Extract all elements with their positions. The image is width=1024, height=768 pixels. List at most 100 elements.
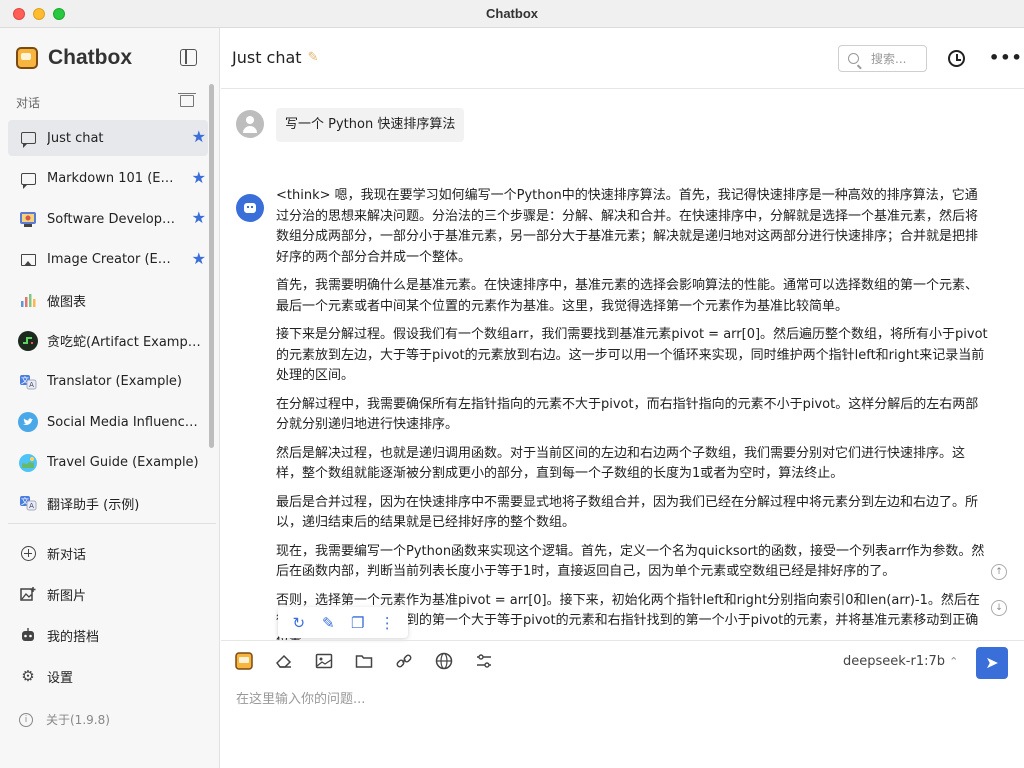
conversation-label: 贪吃蛇(Artifact Example) — [47, 335, 202, 351]
clear-conversations-icon[interactable] — [178, 93, 196, 107]
sidebar-menu: 新对话 新图片 我的搭档 ⚙ 设置 — [8, 535, 208, 699]
twitter-avatar-icon — [18, 412, 38, 433]
conversation-label: 翻译助手 (示例) — [47, 497, 140, 513]
star-icon[interactable]: ★ — [192, 129, 206, 145]
model-name: deepseek-r1:7b — [843, 654, 946, 669]
model-selector[interactable]: deepseek-r1:7b ⌃ — [843, 654, 958, 669]
conversation-label: Travel Guide (Example) — [47, 455, 199, 471]
conversation-item-chart[interactable]: 做图表 — [8, 282, 208, 318]
more-vertical-icon[interactable]: ⋮ — [376, 614, 398, 632]
message-toolbar: ↻ ✎ ❐ ⋮ — [278, 607, 408, 638]
conversation-item-snake[interactable]: 贪吃蛇(Artifact Example) — [8, 323, 208, 359]
settings-button[interactable]: ⚙ 设置 — [8, 658, 208, 694]
conversation-label: Markdown 101 (Example) — [47, 171, 175, 187]
eraser-icon[interactable] — [274, 651, 294, 671]
history-icon[interactable] — [948, 50, 965, 67]
assistant-paragraph: 然后是解决过程，也就是递归调用函数。对于当前区间的左边和右边两个子数组，我们需要… — [276, 445, 966, 482]
star-icon[interactable]: ★ — [192, 210, 206, 226]
chat-bubble-icon — [18, 169, 38, 189]
conversation-item-travel-guide[interactable]: Travel Guide (Example) — [8, 445, 208, 481]
conversation-item-social-media[interactable]: Social Media Influencer (Example) — [8, 404, 208, 440]
conversation-item-image-creator[interactable]: Image Creator (Example) ★ — [8, 242, 208, 278]
search-icon — [848, 53, 859, 64]
translator-avatar-icon: 文A — [18, 493, 38, 513]
brand-name: Chatbox — [48, 46, 132, 69]
add-image-icon — [19, 585, 37, 603]
new-chat-button[interactable]: 新对话 — [8, 535, 208, 571]
section-label: 对话 — [16, 96, 41, 110]
send-button[interactable]: ➤ — [976, 647, 1008, 679]
collapse-sidebar-icon[interactable] — [180, 49, 197, 66]
conversation-label: Translator (Example) — [47, 374, 183, 390]
chat-title-text: Just chat — [232, 48, 302, 67]
regenerate-icon[interactable]: ↻ — [288, 614, 310, 632]
message-input[interactable]: 在这里输入你的问题... — [236, 688, 365, 707]
search-placeholder: 搜索... — [871, 52, 907, 66]
conversation-item-translator[interactable]: 文A Translator (Example) — [8, 364, 208, 400]
image-icon[interactable] — [314, 651, 334, 671]
svg-text:A: A — [29, 381, 34, 389]
translator-avatar-icon: 文A — [18, 372, 38, 392]
copy-icon[interactable]: ❐ — [347, 614, 369, 632]
assistant-paragraph: 现在，我需要编写一个Python函数来实现这个逻辑。首先，定义一个名为quick… — [276, 543, 985, 580]
svg-text:A: A — [29, 502, 34, 510]
my-copilots-button[interactable]: 我的搭档 — [8, 617, 208, 653]
chat-title[interactable]: Just chat ✎ — [232, 48, 318, 67]
folder-icon[interactable] — [354, 651, 374, 671]
about-link[interactable]: i 关于(1.9.8) — [19, 711, 110, 728]
send-icon: ➤ — [985, 653, 999, 672]
window-title: Chatbox — [486, 6, 538, 21]
conversation-label: Image Creator (Example) — [47, 252, 175, 268]
conversation-label: Software Developer (Example) — [47, 211, 175, 227]
plus-circle-icon — [19, 544, 37, 562]
info-icon: i — [19, 712, 33, 727]
input-divider — [221, 640, 1024, 641]
assistant-paragraph: 接下来是分解过程。假设我们有一个数组arr，我们需要找到基准元素pivot = … — [276, 327, 988, 383]
image-icon — [18, 250, 38, 270]
chart-avatar-icon — [18, 290, 38, 310]
gear-icon: ⚙ — [21, 667, 35, 685]
about-label: 关于(1.9.8) — [46, 713, 110, 727]
bot-icon — [19, 626, 37, 644]
travel-avatar-icon — [18, 453, 38, 473]
conversation-label: Social Media Influencer (Example) — [47, 414, 202, 430]
menu-label: 新图片 — [47, 588, 87, 604]
scroll-to-top-icon[interactable]: ↑ — [991, 564, 1007, 580]
conversation-item-just-chat[interactable]: Just chat ★ — [8, 120, 208, 156]
assistant-message: <think> 嗯，我现在要学习如何编写一个Python中的快速排序算法。首先，… — [276, 186, 988, 640]
menu-label: 新对话 — [47, 547, 87, 563]
sidebar: Chatbox 对话 Just chat ★ Markdown 101 (Exa… — [0, 28, 220, 768]
conversation-item-markdown[interactable]: Markdown 101 (Example) ★ — [8, 161, 208, 197]
sidebar-scrollbar[interactable] — [209, 84, 214, 448]
input-toolbar — [234, 651, 514, 671]
scroll-to-bottom-icon[interactable]: ↓ — [991, 600, 1007, 616]
chat-bubble-icon — [18, 128, 38, 148]
star-icon[interactable]: ★ — [192, 169, 206, 186]
title-bar: Chatbox — [0, 0, 1024, 28]
star-icon[interactable]: ★ — [192, 250, 206, 267]
new-image-button[interactable]: 新图片 — [8, 576, 208, 612]
assistant-paragraph: 最后是合并过程，因为在快速排序中不需要显式地将子数组合并，因为我们已经在分解过程… — [276, 494, 979, 531]
more-options-icon[interactable]: ••• — [989, 48, 1023, 67]
developer-avatar-icon — [18, 209, 38, 229]
settings-sliders-icon[interactable] — [474, 651, 494, 671]
assistant-avatar — [236, 194, 264, 222]
globe-icon[interactable] — [434, 651, 454, 671]
link-icon[interactable] — [394, 651, 414, 671]
assistant-paragraph: 在分解过程中，我需要确保所有左指针指向的元素不大于pivot，而右指针指向的元素… — [276, 396, 979, 433]
menu-label: 我的搭档 — [47, 629, 100, 645]
conversation-item-translation-assistant[interactable]: 文A 翻译助手 (示例) — [8, 485, 208, 521]
conversation-item-software-developer[interactable]: Software Developer (Example) ★ — [8, 201, 208, 237]
main-panel: Just chat ✎ 搜索... ••• 写一个 Python 快速排序算法 … — [221, 28, 1024, 768]
user-avatar — [236, 110, 264, 138]
menu-label: 设置 — [47, 670, 74, 686]
pencil-icon[interactable]: ✎ — [308, 50, 319, 65]
edit-icon[interactable]: ✎ — [317, 614, 339, 632]
sidebar-divider — [8, 523, 216, 524]
header-divider — [221, 88, 1024, 89]
chatbox-copilot-icon[interactable] — [234, 651, 254, 671]
conversation-label: 做图表 — [47, 294, 87, 310]
chevron-up-down-icon: ⌃ — [949, 655, 959, 668]
search-button[interactable]: 搜索... — [838, 45, 927, 72]
brand: Chatbox — [16, 46, 132, 70]
